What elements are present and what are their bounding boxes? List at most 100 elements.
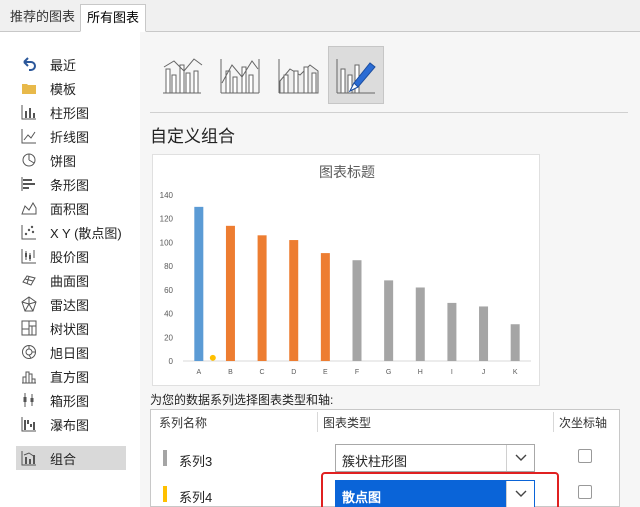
sidebar-item-combo[interactable]: 组合 — [16, 446, 126, 470]
sidebar-item-bar[interactable]: 条形图 — [16, 172, 126, 196]
column-header-chart-type: 图表类型 — [323, 416, 372, 430]
sidebar-item-histogram[interactable]: 直方图 — [16, 364, 126, 388]
x-tick-label: A — [196, 369, 201, 376]
x-tick-label: F — [355, 369, 359, 376]
tab-all-charts[interactable]: 所有图表 — [80, 4, 147, 32]
chart-preview-svg: 图表标题 0 20 40 60 80 100 120 140 A B C D E F G H I J K — [160, 164, 531, 376]
surface-chart-icon — [20, 271, 38, 289]
bar-chart-icon — [20, 175, 38, 193]
sidebar-item-pie[interactable]: 饼图 — [16, 148, 126, 172]
tab-recommended-charts[interactable]: 推荐的图表 — [4, 4, 81, 32]
chevron-down-icon[interactable] — [506, 445, 534, 471]
x-tick-label: G — [386, 369, 391, 376]
boxplot-chart-icon — [20, 391, 38, 409]
clustered-column-line-icon — [163, 58, 203, 94]
sidebar-item-treemap[interactable]: 树状图 — [16, 316, 126, 340]
chart-title: 图表标题 — [319, 164, 375, 180]
sidebar-item-column[interactable]: 柱形图 — [16, 100, 126, 124]
y-tick-label: 120 — [160, 215, 174, 224]
bar — [194, 206, 204, 361]
sidebar-item-area[interactable]: 面积图 — [16, 196, 126, 220]
column-line-secondary-axis-icon — [220, 59, 260, 94]
series-selection-caption: 为您的数据系列选择图表类型和轴: — [150, 393, 334, 407]
sidebar-item-label: 最近 — [50, 57, 77, 73]
chart-type-select[interactable]: 簇状柱形图 — [335, 444, 535, 472]
table-row: 系列3 簇状柱形图 — [151, 440, 619, 476]
secondary-axis-checkbox[interactable] — [578, 485, 592, 499]
series-color-swatch — [163, 486, 167, 502]
x-tick-label: E — [323, 369, 328, 376]
clustered-column-line-thumbnail[interactable] — [154, 46, 210, 104]
sidebar-item-stock[interactable]: 股价图 — [16, 244, 126, 268]
sidebar-item-label: 树状图 — [50, 321, 90, 337]
chart-type-select-value: 簇状柱形图 — [342, 454, 408, 469]
x-tick-label: J — [482, 369, 486, 376]
sidebar-item-label: 折线图 — [50, 129, 90, 145]
bar — [510, 324, 520, 361]
y-tick-label: 20 — [164, 333, 173, 342]
sidebar-item-label: 面积图 — [50, 201, 90, 217]
y-tick-label: 60 — [164, 286, 173, 295]
sidebar-item-label: 箱形图 — [50, 393, 90, 409]
sidebar-item-line[interactable]: 折线图 — [16, 124, 126, 148]
sidebar-item-surface[interactable]: 曲面图 — [16, 268, 126, 292]
tab-bar: 推荐的图表 所有图表 — [0, 0, 640, 32]
treemap-chart-icon — [20, 319, 38, 337]
x-tick-label: I — [451, 369, 453, 376]
stacked-area-column-thumbnail[interactable] — [270, 46, 326, 104]
sidebar-item-xy-scatter[interactable]: X Y (散点图) — [16, 220, 126, 244]
sidebar-item-waterfall[interactable]: 瀑布图 — [16, 412, 126, 436]
radar-chart-icon — [20, 295, 38, 313]
folder-icon — [20, 79, 38, 97]
sidebar-item-label: X Y (散点图) — [50, 225, 122, 241]
column-separator — [553, 412, 554, 432]
sidebar-item-label: 组合 — [50, 451, 77, 467]
stock-chart-icon — [20, 247, 38, 265]
column-separator — [317, 412, 318, 432]
section-divider — [150, 112, 628, 113]
bar — [289, 240, 299, 361]
sidebar-item-label: 条形图 — [50, 177, 90, 193]
bar — [384, 280, 394, 361]
undo-arrow-icon — [20, 55, 38, 73]
histogram-chart-icon — [20, 367, 38, 385]
chart-preview: 图表标题 0 20 40 60 80 100 120 140 A B C D E F G H I J K — [152, 154, 540, 386]
sidebar-item-templates[interactable]: 模板 — [16, 76, 126, 100]
sidebar-item-label: 饼图 — [50, 153, 77, 169]
sidebar-item-label: 直方图 — [50, 369, 90, 385]
x-tick-label: D — [291, 369, 296, 376]
x-tick-label: B — [228, 369, 233, 376]
sidebar-item-radar[interactable]: 雷达图 — [16, 292, 126, 316]
custom-combo-pencil-icon — [336, 59, 376, 94]
sidebar-item-label: 模板 — [50, 81, 77, 97]
scatter-point — [209, 354, 216, 361]
column-line-secondary-axis-thumbnail[interactable] — [212, 46, 268, 104]
bar — [415, 287, 425, 361]
bar — [447, 302, 457, 361]
area-chart-icon — [20, 199, 38, 217]
y-tick-label: 40 — [164, 310, 173, 319]
y-tick-label: 140 — [160, 191, 174, 200]
custom-combination-thumbnail[interactable] — [328, 46, 384, 104]
sunburst-chart-icon — [20, 343, 38, 361]
sidebar-item-label: 雷达图 — [50, 297, 90, 313]
sidebar-item-recent[interactable]: 最近 — [16, 52, 126, 76]
sidebar-item-label: 股价图 — [50, 249, 90, 265]
sidebar-item-boxplot[interactable]: 箱形图 — [16, 388, 126, 412]
column-chart-icon — [20, 103, 38, 121]
sidebar-item-label: 旭日图 — [50, 345, 90, 361]
series-name: 系列4 — [179, 490, 213, 505]
series-color-swatch — [163, 450, 167, 466]
bar — [479, 306, 489, 361]
y-tick-label: 100 — [160, 238, 174, 247]
sidebar-item-sunburst[interactable]: 旭日图 — [16, 340, 126, 364]
y-tick-label: 0 — [169, 357, 174, 366]
sidebar-item-label: 柱形图 — [50, 105, 90, 121]
combo-chart-icon — [20, 449, 38, 467]
annotation-highlight-box — [321, 472, 559, 507]
secondary-axis-checkbox[interactable] — [578, 449, 592, 463]
x-tick-label: K — [513, 369, 518, 376]
y-tick-label: 80 — [164, 262, 173, 271]
chart-type-sidebar: 最近 模板 柱形图 折线图 饼图 条形图 面积图 X Y (散点图) 股价图 曲… — [0, 32, 140, 507]
chart-options-panel: 自定义组合 图表标题 0 20 40 60 80 100 120 140 A B C D E F G H I J K… — [140, 32, 640, 507]
